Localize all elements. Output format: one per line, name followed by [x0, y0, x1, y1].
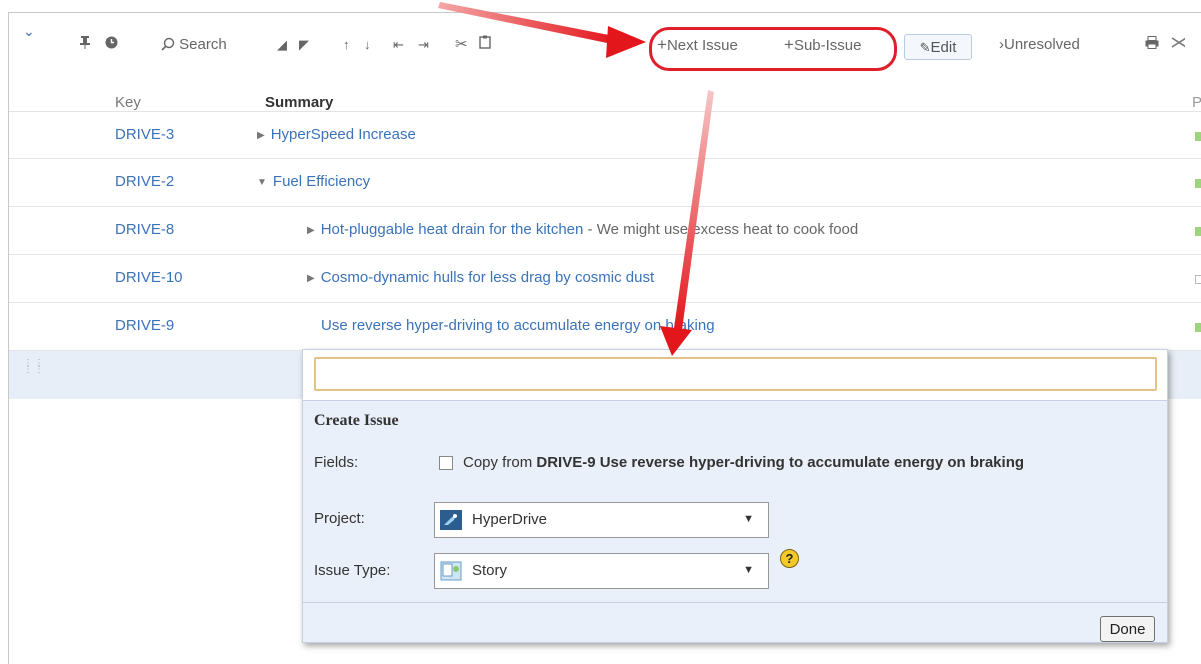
outdent-icon[interactable]: ⇤	[393, 35, 404, 55]
priority-indicator	[1195, 227, 1201, 236]
move-left-icon[interactable]: ◢	[277, 35, 287, 55]
clock-icon[interactable]	[105, 35, 118, 55]
summary-text[interactable]: Cosmo-dynamic hulls for less drag by cos…	[321, 269, 654, 286]
expand-icon[interactable]: ▶	[307, 273, 315, 284]
edit-button[interactable]: ✎Edit	[904, 34, 972, 60]
issue-key[interactable]: DRIVE-9	[115, 317, 174, 334]
summary-text[interactable]: HyperSpeed Increase	[271, 126, 416, 143]
table-row[interactable]: DRIVE-10 ▶ Cosmo-dynamic hulls for less d…	[9, 255, 1201, 303]
issue-key[interactable]: DRIVE-10	[115, 269, 183, 286]
edit-label: Edit	[930, 39, 957, 56]
issue-summary[interactable]: ▼ Fuel Efficiency	[257, 173, 370, 190]
structure-grid: ⌄ Search ◢ ◤ ↑ ↓ ⇤ ⇥ ✂ +Next Issue +Sub-…	[8, 12, 1201, 664]
create-issue-title: Create Issue	[314, 412, 399, 429]
issue-key[interactable]: DRIVE-2	[115, 173, 174, 190]
table-row[interactable]: DRIVE-8 ▶ Hot-pluggable heat drain for th…	[9, 207, 1201, 255]
copy-fields-label[interactable]: Copy from DRIVE-9 Use reverse hyper-driv…	[463, 454, 1153, 471]
priority-indicator	[1195, 275, 1201, 284]
issue-key[interactable]: DRIVE-8	[115, 221, 174, 238]
dropdown-arrow-icon: ▼	[743, 513, 754, 525]
issue-type-value: Story	[472, 562, 508, 579]
settings-icon[interactable]	[1171, 35, 1185, 55]
column-header-key[interactable]: Key	[115, 93, 141, 113]
highlight-oval	[649, 27, 897, 71]
project-label: Project:	[314, 510, 365, 527]
summary-text[interactable]: Use reverse hyper-driving to accumulate …	[321, 317, 715, 334]
paste-icon[interactable]	[479, 35, 491, 55]
copy-fields-checkbox[interactable]	[439, 456, 453, 470]
issue-summary[interactable]: ▶ Cosmo-dynamic hulls for less drag by co…	[307, 269, 654, 286]
table-row[interactable]: DRIVE-2 ▼ Fuel Efficiency	[9, 159, 1201, 207]
move-up-icon[interactable]: ↑	[343, 35, 350, 55]
copy-source-issue: DRIVE-9 Use reverse hyper-driving to acc…	[536, 454, 1025, 471]
drag-handle-icon[interactable]: ⋮⋮ ⋮⋮	[23, 359, 45, 375]
search-button[interactable]: Search	[161, 35, 227, 55]
toolbar: ⌄ Search ◢ ◤ ↑ ↓ ⇤ ⇥ ✂ +Next Issue +Sub-…	[9, 13, 1201, 75]
dropdown-arrow-icon: ▼	[743, 564, 754, 576]
story-icon	[440, 561, 462, 581]
new-issue-summary-input[interactable]	[314, 357, 1157, 391]
copy-prefix: Copy from	[463, 454, 537, 471]
issue-summary[interactable]: ▶ Hot-pluggable heat drain for the kitche…	[307, 221, 858, 238]
project-select[interactable]: HyperDrive ▼	[434, 502, 769, 538]
cut-icon[interactable]: ✂	[455, 35, 468, 55]
project-icon	[440, 510, 462, 530]
unresolved-filter[interactable]: ›Unresolved	[999, 35, 1080, 55]
pin-icon[interactable]	[79, 35, 91, 55]
summary-text[interactable]: Hot-pluggable heat drain for the kitchen	[321, 221, 584, 238]
column-header-priority[interactable]: P	[1192, 93, 1201, 113]
column-header-summary[interactable]: Summary	[265, 93, 333, 113]
pencil-icon: ✎	[919, 40, 931, 55]
priority-indicator	[1195, 132, 1201, 141]
issue-type-select[interactable]: Story ▼	[434, 553, 769, 589]
project-value: HyperDrive	[472, 511, 548, 528]
unresolved-label: Unresolved	[1004, 36, 1080, 53]
issue-type-label: Issue Type:	[314, 562, 391, 579]
priority-indicator	[1195, 323, 1201, 332]
priority-indicator	[1195, 179, 1201, 188]
issue-summary[interactable]: Use reverse hyper-driving to accumulate …	[321, 317, 715, 334]
done-button[interactable]: Done	[1100, 616, 1155, 642]
fields-label: Fields:	[314, 454, 359, 471]
indent-icon[interactable]: ⇥	[418, 35, 429, 55]
table-row[interactable]: DRIVE-3 ▶ HyperSpeed Increase	[9, 111, 1201, 159]
divider	[303, 602, 1167, 603]
issue-summary[interactable]: ▶ HyperSpeed Increase	[257, 126, 416, 143]
move-down-icon[interactable]: ↓	[364, 35, 371, 55]
create-issue-popup: Create Issue Fields: Copy from DRIVE-9 U…	[302, 349, 1168, 643]
search-label: Search	[179, 36, 227, 53]
expand-icon[interactable]: ▶	[257, 130, 265, 141]
expand-icon[interactable]: ▶	[307, 225, 315, 236]
help-icon[interactable]: ?	[780, 549, 799, 568]
chevron-down-icon[interactable]: ⌄	[23, 23, 35, 40]
move-right-icon[interactable]: ◤	[299, 35, 309, 55]
summary-text[interactable]: Fuel Efficiency	[273, 173, 370, 190]
table-row[interactable]: DRIVE-9 Use reverse hyper-driving to acc…	[9, 303, 1201, 351]
issue-key[interactable]: DRIVE-3	[115, 126, 174, 143]
search-icon	[161, 37, 175, 51]
issue-description: - We might use excess heat to cook food	[583, 221, 859, 238]
collapse-icon[interactable]: ▼	[257, 177, 267, 188]
print-icon[interactable]	[1145, 35, 1159, 55]
